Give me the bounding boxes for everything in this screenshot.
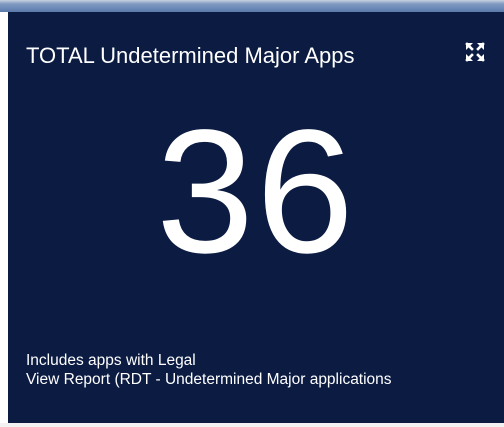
kpi-tile: TOTAL Undetermined Major Apps 36 Include… bbox=[8, 12, 504, 423]
expand-button[interactable] bbox=[464, 41, 486, 63]
view-report-link[interactable]: View Report (RDT - Undetermined Major ap… bbox=[26, 370, 486, 389]
expand-arrows-icon bbox=[464, 41, 486, 63]
kpi-value: 36 bbox=[156, 94, 356, 290]
tile-title: TOTAL Undetermined Major Apps bbox=[26, 43, 355, 68]
footnote-text: Includes apps with Legal bbox=[26, 352, 196, 369]
header-strip bbox=[0, 0, 504, 12]
tile-footnote: Includes apps with Legal View Report (RD… bbox=[26, 351, 486, 389]
bottom-strip bbox=[0, 423, 504, 427]
